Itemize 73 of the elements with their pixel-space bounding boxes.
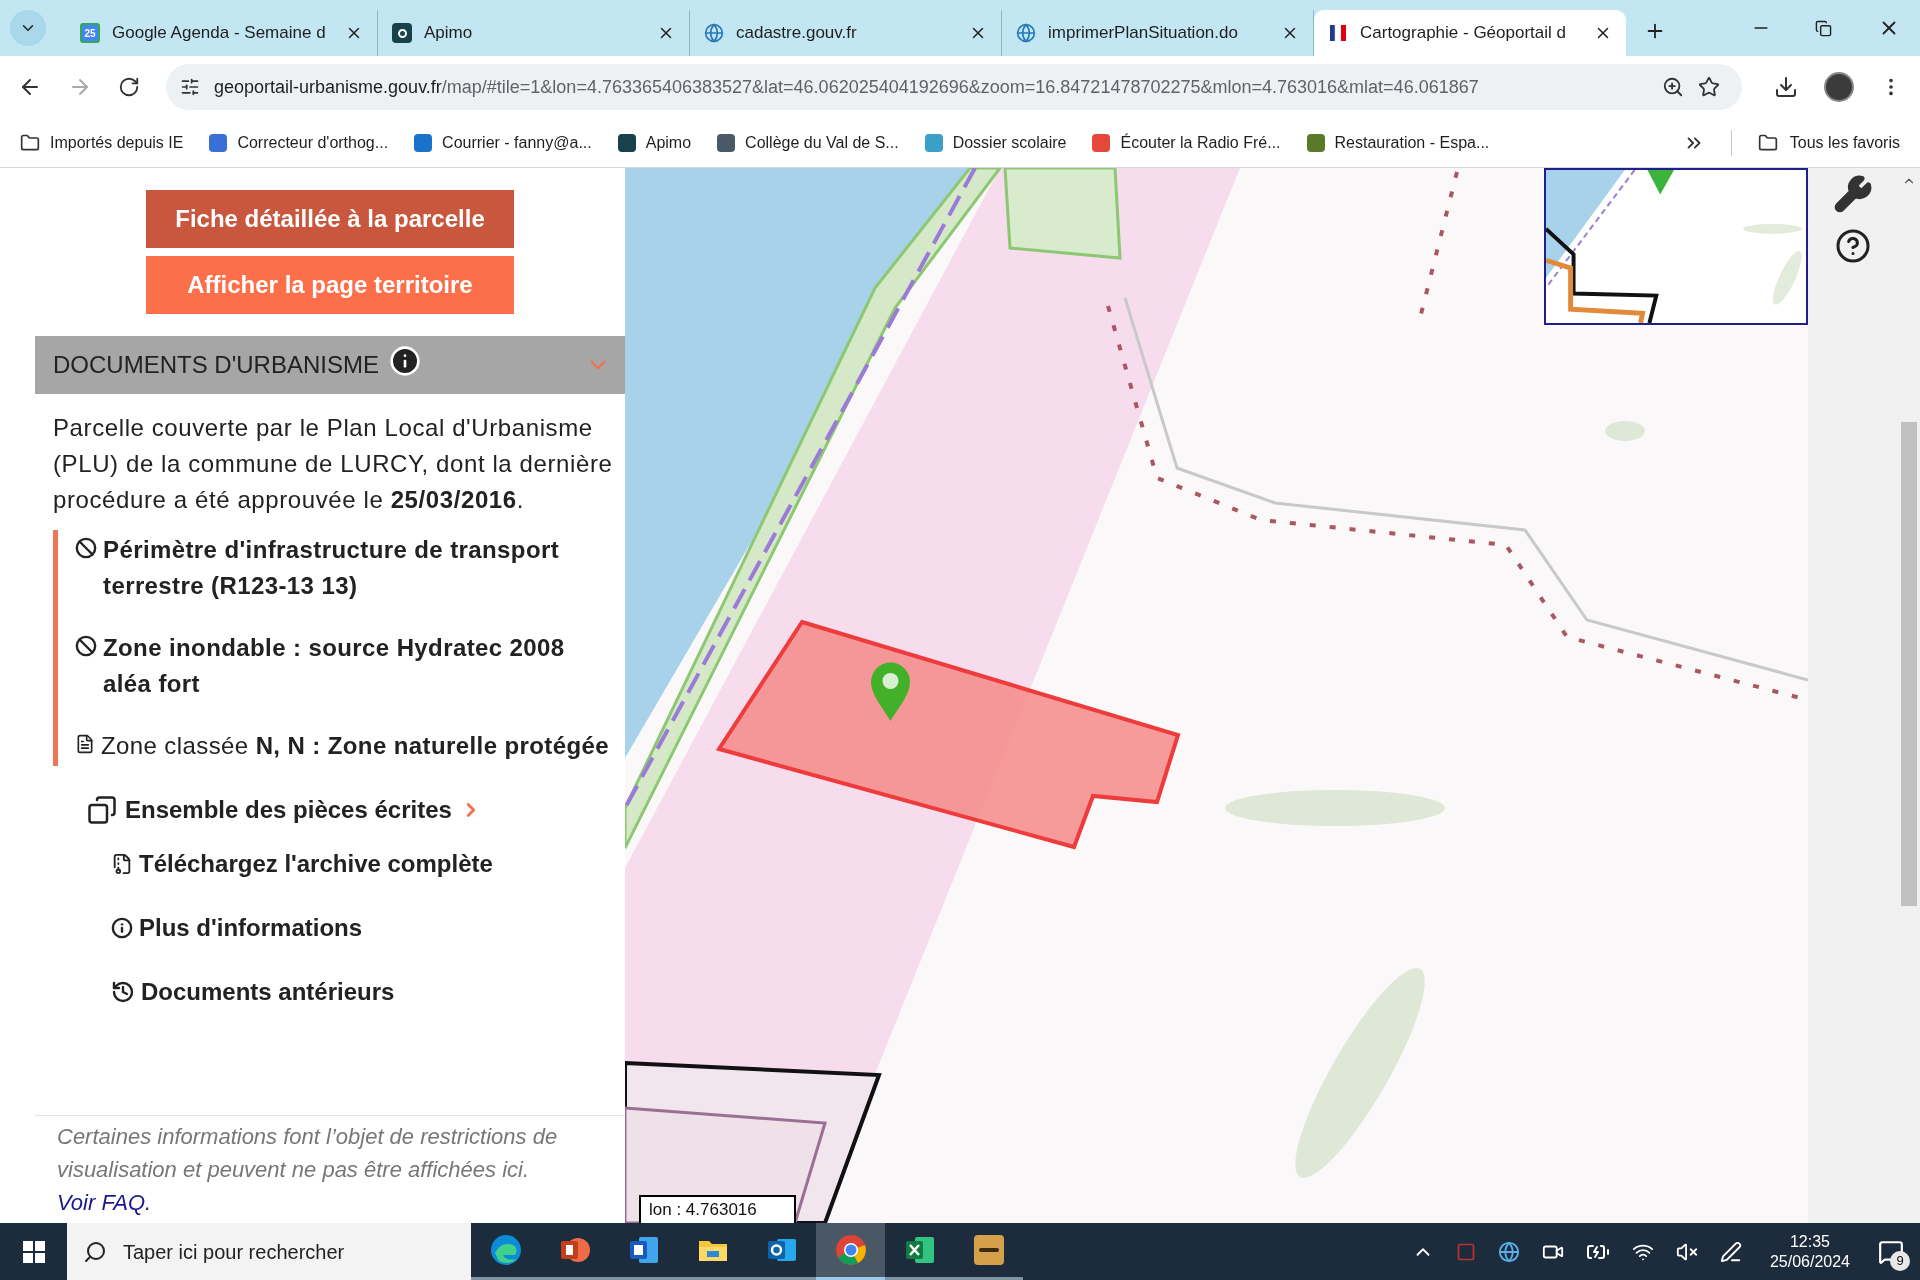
tools-icon[interactable] [1833,174,1873,214]
flag-icon [1328,23,1348,43]
bookmark-link[interactable]: Dossier scolaire [952,130,1067,155]
browser-tab[interactable]: Cartographie - Géoportail d [1314,10,1626,56]
zoom-icon[interactable] [1662,76,1684,98]
document-link[interactable]: Documents antérieurs [141,974,395,1010]
documents-icon [87,793,117,827]
folder-icon [1757,132,1778,153]
bookmark-link[interactable]: Collège du Val de S... [745,130,899,155]
taskbar-search-field[interactable]: Taper ici pour rechercher [67,1223,471,1280]
reload-icon[interactable] [118,76,140,98]
tab-title: imprimerPlanSituation.do [1048,22,1239,45]
browser-tab[interactable]: Apimo [378,10,690,56]
tab-title: cadastre.gouv.fr [736,22,858,45]
download-icon[interactable] [1774,75,1798,99]
restriction-note: Certaines informations font l’objet de restrictions de visualisation et peuvent ne pas être affichées ici. Voir FAQ. [57,1123,559,1217]
search-placeholder: Taper ici pour rechercher [123,1239,345,1265]
restore-icon[interactable] [1815,20,1832,37]
section-title: DOCUMENTS D'URBANISME [53,350,379,380]
scrollbar[interactable] [1898,168,1920,1223]
bookmark-link[interactable]: Apimo [645,130,692,155]
help-icon[interactable] [1835,228,1871,264]
info-icon[interactable] [388,345,421,377]
globe-tray-icon[interactable] [1497,1240,1520,1263]
tab-title: Apimo [424,22,474,45]
documents-link[interactable]: Ensemble des pièces écrites [125,792,452,828]
prohibited-icon [75,537,97,559]
bookmark-link[interactable]: Correcteur d'orthog... [237,130,389,155]
action-button[interactable]: Fiche détaillée à la parcelle [146,190,514,248]
history-icon [111,980,135,1004]
globe-icon [704,23,724,43]
section-header[interactable]: DOCUMENTS D'URBANISME [35,336,625,394]
url-path-text: /map/#tile=1&lon=4.763365406383527&lat=46.062025404192696&zoom=16.84721478702275&mlon=4.763016&mlat=46.061867 [441,75,1480,99]
site-settings-icon[interactable] [180,77,200,97]
globe-icon [1016,23,1036,43]
folder-icon [20,132,40,153]
notification-count-badge: 9 [1890,1250,1910,1271]
bookmark-star-icon[interactable] [1698,76,1720,98]
url-text: geoportail-urbanisme.gouv.fr [214,75,442,99]
prohibited-icon [75,635,97,657]
date-text: 25/06/2024 [1769,1251,1850,1272]
tab-title: Cartographie - Géoportail d [1360,22,1567,45]
archive-file-icon [111,852,133,876]
app-tray-icon[interactable] [1455,1241,1476,1262]
search-icon [83,1239,107,1264]
calendar-icon: 25 [80,23,100,43]
bookmark-link[interactable]: Courrier - fanny@a... [442,130,592,155]
prescription-text: Périmètre d'infrastructure de transport terrestre (R123-13 13) [103,535,561,601]
faq-link[interactable]: Voir FAQ. [57,1190,152,1215]
pen-icon[interactable] [1719,1240,1742,1263]
tab-title: Google Agenda - Semaine d [112,22,327,45]
pdf-file-icon [75,733,95,755]
document-link[interactable]: Téléchargez l'archive complète [139,846,493,882]
scrollbar-thumb[interactable] [1901,422,1917,906]
intro-paragraph: Parcelle couverte par le Plan Local d'Urbanisme (PLU) de la commune de LURCY, dont la dernière procédure a été approuvée le 25/03/2016. [53,413,614,515]
browser-app-icon [833,1233,868,1267]
prescription-text: Zone classée N, N : Zone naturelle protégée [101,731,609,761]
time-text: 12:35 [1789,1231,1830,1252]
bookmark-link[interactable]: Restauration - Espa... [1334,130,1490,155]
address-bar[interactable]: geoportail-urbanisme.gouv.fr/map/#tile=1&lon=4.763365406383527&lat=46.062025404192696&zoom=16.84721478702275&mlon=4.763016&mlat=46.061867 [166,64,1742,110]
profile-avatar[interactable] [1824,72,1854,102]
info-icon [111,916,133,940]
browser-tab[interactable]: cadastre.gouv.fr [690,10,1002,56]
document-link[interactable]: Plus d'informations [139,910,363,946]
speaker-app-icon [971,1233,1006,1267]
prescription-text: Zone inondable : source Hydratec 2008 aléa fort [103,633,566,699]
bookmark-link[interactable]: Écouter la Radio Fré... [1120,130,1281,155]
clock[interactable]: 12:35 25/06/2024 [1763,1231,1856,1272]
windows-logo-icon [22,1240,45,1263]
bookmark-link[interactable]: Importés depuis IE [50,130,184,155]
app-logo-icon [392,23,412,43]
browser-tab[interactable]: 25 Google Agenda - Semaine d [66,10,378,56]
bookmark-link[interactable]: Tous les favoris [1789,130,1900,155]
